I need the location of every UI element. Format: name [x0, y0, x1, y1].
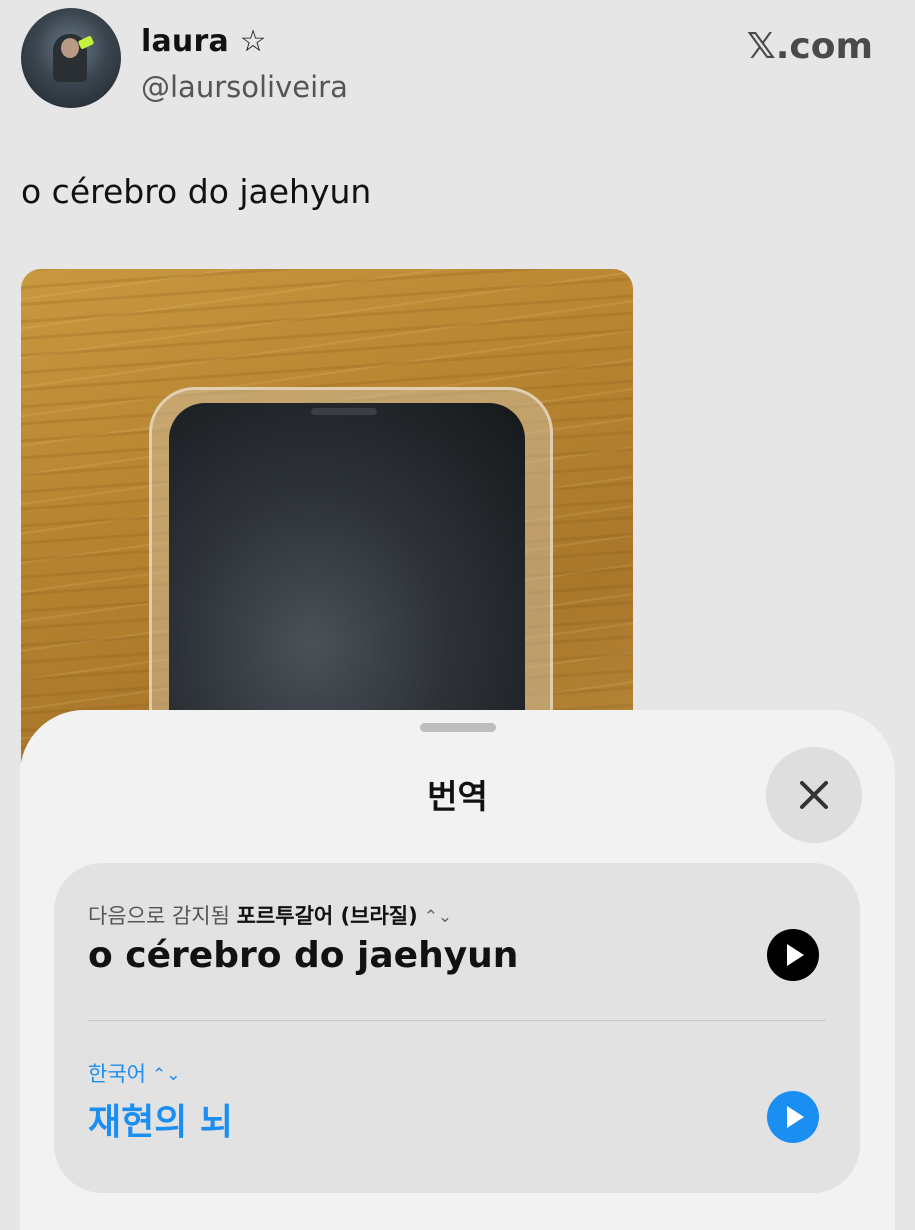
translated-text: 재현의 뇌 [88, 1102, 234, 1143]
target-language[interactable]: 한국어 [88, 1062, 146, 1086]
translate-sheet: 번역 다음으로 감지됨 포르투갈어 (브라질) ⌃⌄ o cérebro do j… [20, 710, 895, 1230]
user-handle[interactable]: @laursoliveira [141, 70, 348, 104]
x-logo: 𝕏.com [746, 26, 873, 67]
sheet-grabber-handle[interactable] [420, 723, 496, 732]
chevron-updown-icon: ⌃⌄ [423, 907, 453, 927]
display-name[interactable]: laura ☆ [141, 24, 267, 59]
divider [88, 1020, 826, 1021]
tweet-header: laura ☆ @laursoliveira 𝕏.com [21, 8, 901, 118]
avatar-face [61, 38, 79, 58]
play-translation-button[interactable] [767, 1091, 819, 1143]
source-language-row[interactable]: 다음으로 감지됨 포르투갈어 (브라질) ⌃⌄ [88, 900, 452, 930]
target-language-row[interactable]: 한국어 ⌃⌄ [88, 1058, 180, 1088]
detected-prefix: 다음으로 감지됨 [88, 904, 230, 928]
source-text: o cérebro do jaehyun [88, 935, 519, 976]
close-button[interactable] [766, 747, 862, 843]
play-source-button[interactable] [767, 929, 819, 981]
phone-speaker [311, 408, 377, 415]
translation-card: 다음으로 감지됨 포르투갈어 (브라질) ⌃⌄ o cérebro do jaeh… [54, 863, 860, 1193]
chevron-updown-icon: ⌃⌄ [151, 1065, 181, 1085]
tweet-text: o cérebro do jaehyun [21, 172, 372, 211]
sheet-title: 번역 [427, 777, 488, 816]
source-language[interactable]: 포르투갈어 (브라질) [237, 904, 418, 928]
avatar[interactable] [21, 8, 121, 108]
